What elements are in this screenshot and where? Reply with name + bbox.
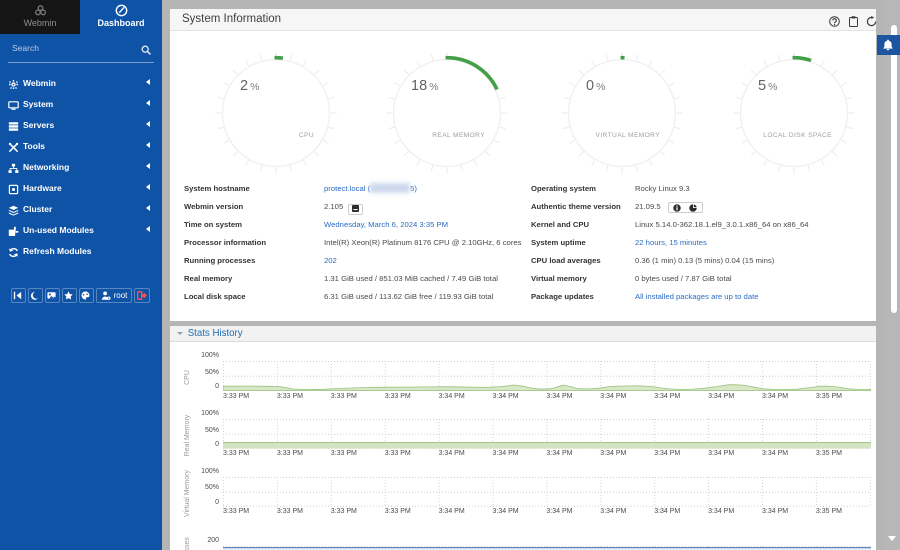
svg-text:5 %: 5 % — [758, 78, 778, 94]
svg-text:2 %: 2 % — [240, 78, 260, 94]
svg-text:VIRTUAL MEMORY: VIRTUAL MEMORY — [596, 132, 661, 139]
svg-text:18 %: 18 % — [411, 78, 439, 94]
svg-text:REAL MEMORY: REAL MEMORY — [432, 132, 485, 139]
svg-text:LOCAL DISK SPACE: LOCAL DISK SPACE — [763, 132, 832, 139]
svg-text:CPU: CPU — [299, 132, 314, 139]
svg-text:0 %: 0 % — [586, 78, 606, 94]
